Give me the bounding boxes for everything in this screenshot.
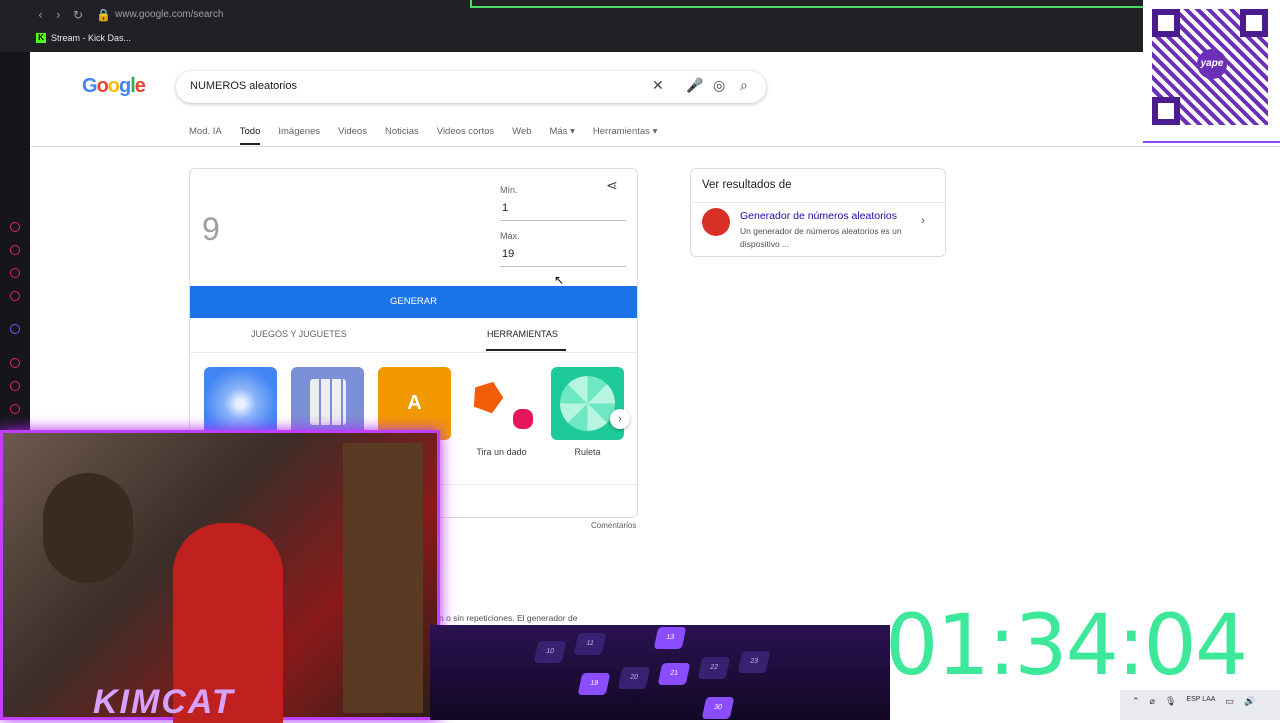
tab-all[interactable]: Todo	[239, 126, 261, 145]
search-icon[interactable]: ⌕	[740, 77, 748, 94]
grid-cell: 21	[657, 663, 691, 685]
max-label: Máx.	[500, 231, 520, 241]
result-snippet: Un generador de números aleatorios es un…	[740, 226, 902, 249]
url-bar[interactable]: www.google.com/search	[115, 9, 223, 20]
generate-button[interactable]: GENERAR	[190, 286, 637, 318]
qr-corner	[1240, 9, 1268, 37]
tab-news[interactable]: Noticias	[385, 126, 419, 145]
tab-tools[interactable]: Herramientas ▾	[593, 126, 657, 145]
chevron-up-icon[interactable]: ⌃	[1132, 696, 1140, 707]
grid-cell: 19	[577, 673, 611, 695]
tab-ai-mode[interactable]: Mod. IA	[189, 126, 222, 145]
tab-images[interactable]: Imágenes	[278, 126, 320, 145]
door	[343, 443, 423, 713]
google-logo[interactable]: Google	[82, 75, 146, 98]
qr-code-overlay: yape	[1143, 0, 1280, 143]
stream-timer: 01:34:04	[885, 596, 1248, 694]
clear-icon[interactable]: ✕	[652, 77, 664, 94]
divider	[190, 352, 637, 353]
grid-cell: 23	[737, 651, 771, 673]
language-indicator[interactable]: ESP LAA	[1186, 696, 1215, 707]
tab-more[interactable]: Más ▾	[550, 126, 575, 145]
lens-icon[interactable]: ◎	[713, 77, 725, 94]
wheel-icon	[560, 376, 615, 431]
qr-corner	[1152, 9, 1180, 37]
grid-cell: 30	[701, 697, 735, 719]
chevron-right-icon[interactable]: ›	[921, 213, 925, 227]
search-input[interactable]: NUMEROS aleatorios	[190, 80, 297, 92]
streamer-figure	[43, 473, 133, 583]
search-snippet: con o sin repeticiones. El generador de	[430, 613, 578, 623]
overlay-frame	[470, 0, 1150, 8]
display-icon[interactable]: ▭	[1225, 696, 1234, 707]
strip-icon[interactable]	[10, 245, 20, 255]
network-icon[interactable]: ⌀	[1150, 696, 1155, 707]
dice-thumbnail-icon	[702, 208, 730, 236]
stream-logo: KIMCAT	[93, 683, 235, 721]
kick-icon: K	[36, 33, 46, 43]
strip-icon[interactable]	[10, 381, 20, 391]
see-results-panel: Ver resultados de Generador de números a…	[690, 168, 946, 257]
search-tabs: Mod. IA Todo Imágenes Videos Noticias Vi…	[189, 126, 657, 145]
tab-tools-panel[interactable]: HERRAMIENTAS	[487, 329, 558, 339]
tab-indicator	[486, 349, 566, 351]
volume-icon[interactable]: 🔊	[1244, 696, 1255, 707]
grid-cell: 20	[617, 667, 651, 689]
strip-icon[interactable]	[10, 358, 20, 368]
grid-cell: 10	[533, 641, 567, 663]
random-result: 9	[202, 211, 220, 247]
tab-short-videos[interactable]: Videos cortos	[437, 126, 494, 145]
lock-icon: 🔒	[96, 8, 111, 22]
webcam-overlay: KIMCAT	[0, 430, 440, 723]
grid-cell: 11	[573, 633, 607, 655]
browser-chrome: ‹ › ↻ 🔒 www.google.com/search K Stream - …	[0, 0, 1280, 52]
bookmark-kick[interactable]: K Stream - Kick Das...	[36, 33, 131, 43]
side-icon-strip	[0, 52, 30, 452]
mic-icon[interactable]: 🎤	[686, 77, 703, 94]
search-box[interactable]: NUMEROS aleatorios ✕ 🎤 ◎ ⌕	[176, 71, 766, 103]
dice-icon	[513, 409, 533, 429]
result-title-link[interactable]: Generador de números aleatorios	[740, 210, 897, 222]
strip-icon[interactable]	[10, 268, 20, 278]
twitch-icon[interactable]	[10, 324, 20, 334]
qr-corner	[1152, 97, 1180, 125]
tile-label: Tira un dado	[476, 447, 527, 457]
panel-heading: Ver resultados de	[702, 179, 792, 191]
tab-games[interactable]: JUEGOS Y JUGUETES	[251, 329, 347, 339]
calendar-grid-overlay: 10 11 13 19 20 21 22 23 30	[430, 625, 890, 720]
strip-icon[interactable]	[10, 291, 20, 301]
strip-icon[interactable]	[10, 404, 20, 414]
min-label: Mín.	[500, 185, 518, 195]
max-field[interactable]: 19	[500, 248, 626, 267]
divider	[691, 202, 945, 203]
tab-web[interactable]: Web	[512, 126, 531, 145]
mic-icon[interactable]: 🎙	[1165, 696, 1176, 707]
tile-spinner[interactable]	[551, 367, 624, 440]
yape-logo: yape	[1197, 49, 1227, 79]
reload-icon[interactable]: ↻	[73, 8, 83, 22]
qr-code: yape	[1152, 9, 1268, 125]
dice-icon	[469, 377, 507, 415]
min-field[interactable]: 1	[500, 202, 626, 221]
forward-icon[interactable]: ›	[56, 8, 61, 22]
back-icon[interactable]: ‹	[38, 8, 43, 22]
chevron-right-icon[interactable]: ›	[610, 409, 630, 429]
tile-label: Ruleta	[574, 447, 601, 457]
mouse-cursor-icon: ↖	[554, 273, 565, 287]
share-icon[interactable]: ⋖	[606, 177, 618, 194]
feedback-link[interactable]: Comentarios	[591, 521, 636, 530]
grid-cell: 13	[653, 627, 687, 649]
windows-taskbar: ⌃ ⌀ 🎙 ESP LAA ▭ 🔊	[1120, 690, 1280, 720]
tab-videos[interactable]: Videos	[338, 126, 367, 145]
calculator-icon	[309, 379, 346, 425]
strip-icon[interactable]	[10, 222, 20, 232]
tile-dice[interactable]	[465, 367, 538, 440]
grid-cell: 22	[697, 657, 731, 679]
divider	[30, 146, 1280, 147]
